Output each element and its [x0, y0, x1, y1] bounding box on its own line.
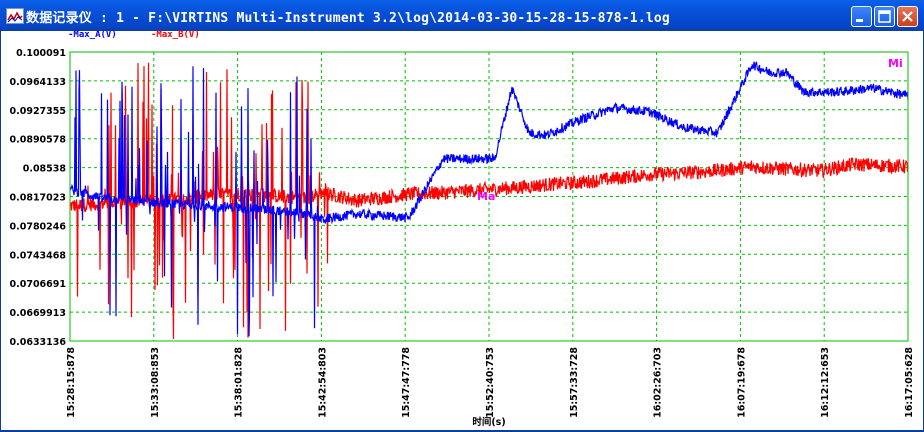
window-frame [0, 31, 924, 432]
data-logger-window: 数据记录仪 : 1 - F:\VIRTINS Multi-Instrument … [0, 0, 924, 432]
